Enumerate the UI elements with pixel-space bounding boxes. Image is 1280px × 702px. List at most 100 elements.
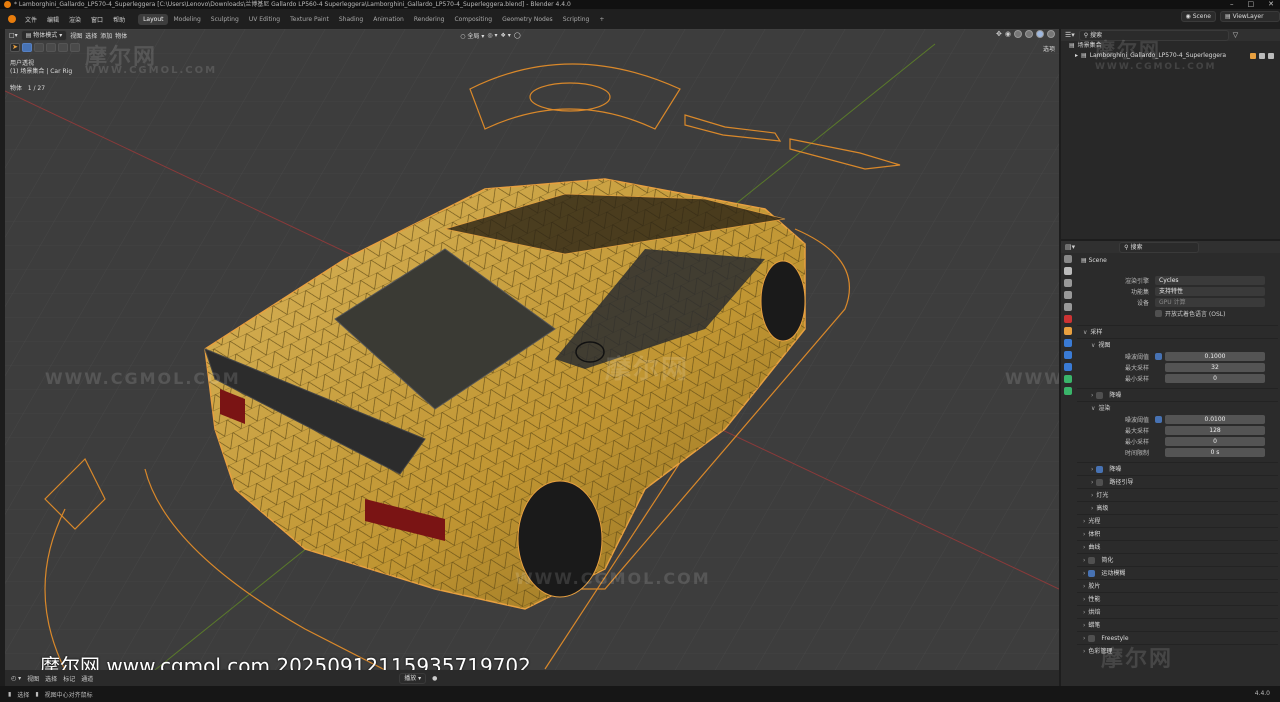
device-dropdown[interactable]: GPU 计算 (1155, 298, 1265, 307)
path-guiding-section[interactable]: › 路径引导 (1077, 475, 1278, 488)
timeline-menu-marker[interactable]: 标记 (63, 674, 75, 683)
r-max-samples-field[interactable]: 128 (1165, 426, 1265, 435)
render-engine-dropdown[interactable]: Cycles (1155, 276, 1265, 285)
simplify-checkbox[interactable] (1088, 556, 1096, 564)
tab-texture-paint[interactable]: Texture Paint (285, 14, 334, 25)
data-tab-icon[interactable] (1064, 387, 1072, 395)
viewport-menu-object[interactable]: 物体 (115, 31, 127, 40)
object-tab-icon[interactable] (1064, 327, 1072, 335)
vp-denoise-section[interactable]: › 降噪 (1077, 388, 1278, 401)
film-section[interactable]: › 胶片 (1077, 579, 1278, 592)
add-workspace-button[interactable]: + (594, 14, 609, 25)
timeline-menu-select[interactable]: 选择 (45, 674, 57, 683)
timeline-menu-channel[interactable]: 通道 (81, 674, 93, 683)
mode-selector[interactable]: ▤ 物体模式 ▾ (20, 29, 68, 41)
checkbox-icon[interactable] (1250, 53, 1256, 59)
menu-render[interactable]: 渲染 (64, 15, 86, 24)
gizmo-icon[interactable]: ✥ (996, 30, 1002, 38)
advanced-section[interactable]: › 高级 (1077, 501, 1278, 514)
eye-icon[interactable] (1259, 53, 1265, 59)
filter-icon[interactable]: ▽ (1233, 31, 1238, 39)
freestyle-section[interactable]: › Freestyle (1077, 631, 1278, 644)
material-shading-icon[interactable] (1036, 30, 1044, 38)
playback-menu[interactable]: 播放 ▾ (399, 672, 427, 684)
properties-editor-icon[interactable]: ▤▾ (1065, 243, 1075, 251)
lights-section[interactable]: › 灯光 (1077, 488, 1278, 501)
proportional-icon[interactable]: ◯ (514, 32, 521, 39)
tab-rendering[interactable]: Rendering (409, 14, 450, 25)
outliner-editor-icon[interactable]: ☰▾ (1065, 31, 1075, 39)
menu-window[interactable]: 窗口 (86, 15, 108, 24)
rendered-shading-icon[interactable] (1047, 30, 1055, 38)
menu-edit[interactable]: 编辑 (42, 15, 64, 24)
vp-min-samples-field[interactable]: 0 (1165, 374, 1265, 383)
bake-section[interactable]: › 烘焙 (1077, 605, 1278, 618)
editor-type-icon[interactable]: □▾ (9, 32, 18, 39)
tool-tab-icon[interactable] (1064, 255, 1072, 263)
physics-tab-icon[interactable] (1064, 363, 1072, 371)
outliner-row-scene-collection[interactable]: ▤ 场景集合 (1061, 41, 1280, 51)
noise-threshold-checkbox[interactable] (1155, 416, 1162, 423)
r-min-samples-field[interactable]: 0 (1165, 437, 1265, 446)
tab-geometry-nodes[interactable]: Geometry Nodes (497, 14, 558, 25)
select-box-intersect-icon[interactable] (70, 43, 80, 52)
r-time-limit-field[interactable]: 0 s (1165, 448, 1265, 457)
motion-blur-checkbox[interactable] (1088, 569, 1096, 577)
render-sampling-section[interactable]: ∨ 渲染 (1077, 401, 1278, 414)
r-noise-threshold-field[interactable]: 0.0100 (1165, 415, 1265, 424)
view-layer-tab-icon[interactable] (1064, 291, 1072, 299)
menu-file[interactable]: 文件 (20, 15, 42, 24)
viewport-menu-select[interactable]: 选择 (85, 31, 97, 40)
view-layer-selector[interactable]: ▤ ViewLayer (1220, 11, 1280, 22)
transform-orientation[interactable]: ○ 全局 ▾ (460, 31, 484, 40)
feature-set-dropdown[interactable]: 支持特性 (1155, 287, 1265, 296)
viewport-menu-add[interactable]: 添加 (100, 31, 112, 40)
motion-blur-section[interactable]: › 运动模糊 (1077, 566, 1278, 579)
cursor-tool-icon[interactable]: ➤ (10, 43, 20, 52)
solid-shading-icon[interactable] (1025, 30, 1033, 38)
close-icon[interactable]: ✕ (1268, 0, 1274, 9)
tab-scripting[interactable]: Scripting (558, 14, 595, 25)
volumes-section[interactable]: › 体积 (1077, 527, 1278, 540)
vp-noise-threshold-field[interactable]: 0.1000 (1165, 352, 1265, 361)
pivot-icon[interactable]: ◎ ▾ (487, 32, 497, 39)
overlay-icon[interactable]: ◉ (1005, 30, 1011, 38)
noise-threshold-checkbox[interactable] (1155, 353, 1162, 360)
tab-uv-editing[interactable]: UV Editing (244, 14, 285, 25)
world-tab-icon[interactable] (1064, 315, 1072, 323)
tab-shading[interactable]: Shading (334, 14, 368, 25)
r-denoise-section[interactable]: › 降噪 (1077, 462, 1278, 475)
properties-search-input[interactable]: ⚲ 搜索 (1119, 241, 1200, 253)
scene-selector[interactable]: ◉ Scene (1180, 11, 1216, 22)
grease-pencil-section[interactable]: › 蜡笔 (1077, 618, 1278, 631)
select-box-new-icon[interactable] (22, 43, 32, 52)
modifier-tab-icon[interactable] (1064, 339, 1072, 347)
timeline-menu-view[interactable]: 视图 (27, 674, 39, 683)
tab-animation[interactable]: Animation (368, 14, 409, 25)
select-box-invert-icon[interactable] (58, 43, 68, 52)
sampling-section[interactable]: ∨ 采样 (1077, 325, 1278, 338)
denoise-checkbox[interactable] (1096, 465, 1104, 473)
wireframe-shading-icon[interactable] (1014, 30, 1022, 38)
3d-viewport[interactable]: □▾ ▤ 物体模式 ▾ 视图 选择 添加 物体 ○ 全局 ▾ ◎ ▾ ❖ ▾ ◯… (5, 29, 1059, 670)
timeline-editor-icon[interactable]: ◴ ▾ (11, 675, 21, 682)
outliner-row-car-collection[interactable]: ▸ ▤ Lamborghini_Gallardo_LP570-4_Superle… (1061, 51, 1280, 61)
snap-icon[interactable]: ❖ ▾ (501, 32, 511, 39)
curves-section[interactable]: › 曲线 (1077, 540, 1278, 553)
vp-max-samples-field[interactable]: 32 (1165, 363, 1265, 372)
denoise-checkbox[interactable] (1096, 391, 1104, 399)
keying-icon[interactable]: ● (432, 675, 437, 682)
blender-menu-icon[interactable] (8, 15, 16, 23)
menu-help[interactable]: 帮助 (108, 15, 130, 24)
maximize-icon[interactable]: □ (1248, 0, 1255, 9)
expand-arrow-icon[interactable]: ▸ (1075, 51, 1078, 61)
tab-sculpting[interactable]: Sculpting (206, 14, 244, 25)
performance-section[interactable]: › 性能 (1077, 592, 1278, 605)
path-guiding-checkbox[interactable] (1096, 478, 1104, 486)
scene-tab-icon[interactable] (1064, 303, 1072, 311)
tab-modeling[interactable]: Modeling (168, 14, 205, 25)
osl-checkbox[interactable] (1155, 310, 1162, 317)
viewport-options[interactable]: 选项 (1043, 44, 1055, 53)
constraints-tab-icon[interactable] (1064, 375, 1072, 383)
select-box-extend-icon[interactable] (34, 43, 44, 52)
